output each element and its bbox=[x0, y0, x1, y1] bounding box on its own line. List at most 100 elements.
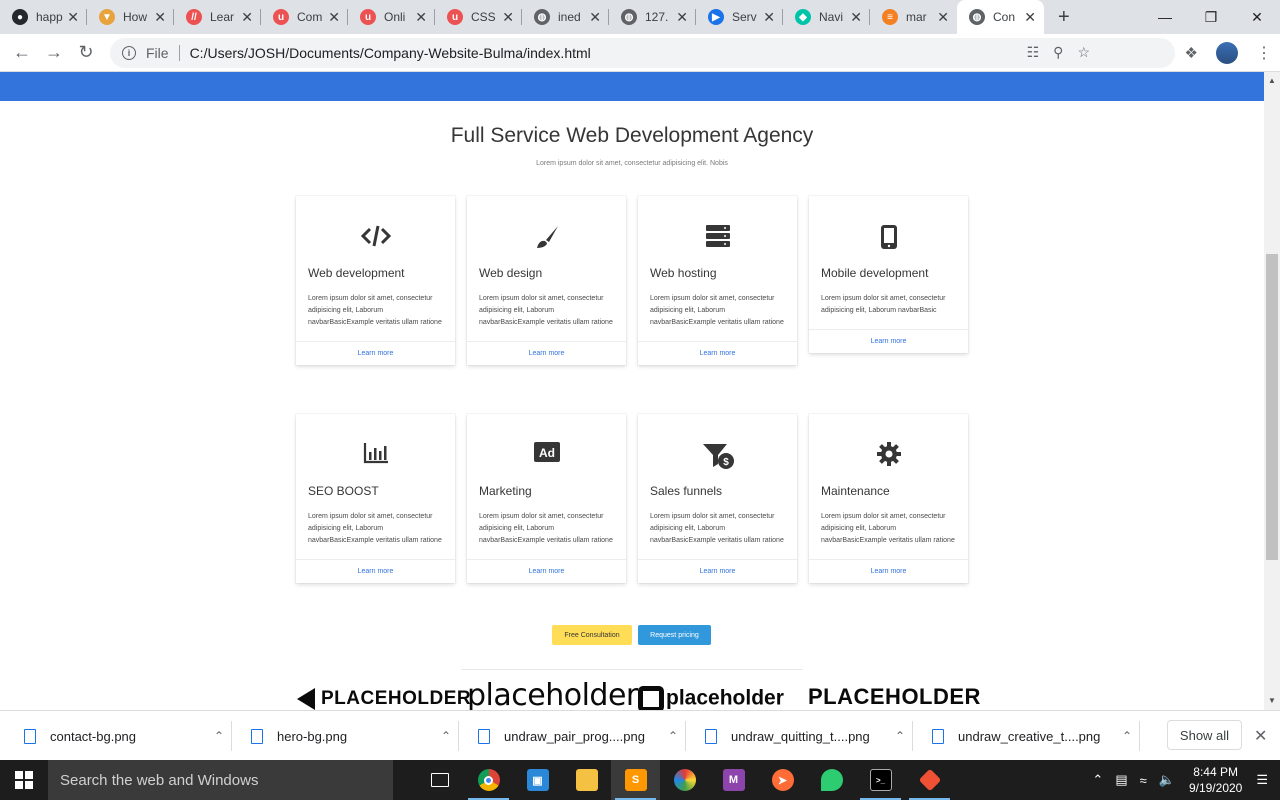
free-consultation-button[interactable]: Free Consultation bbox=[552, 625, 632, 645]
download-separator bbox=[458, 721, 459, 751]
show-all-button[interactable]: Show all bbox=[1167, 720, 1242, 750]
volume-icon[interactable]: 🔈 bbox=[1159, 772, 1175, 788]
browser-tab[interactable]: ▶ Serv ✕ bbox=[696, 0, 783, 34]
terminal-icon[interactable]: >_ bbox=[856, 760, 905, 800]
request-pricing-button[interactable]: Request pricing bbox=[638, 625, 711, 645]
tab-close-icon[interactable]: ✕ bbox=[241, 9, 253, 26]
taskbar-clock[interactable]: 8:44 PM 9/19/2020 bbox=[1189, 764, 1242, 796]
back-icon[interactable]: ← bbox=[6, 37, 38, 69]
menu-kebab-icon[interactable]: ⋮ bbox=[1256, 43, 1272, 63]
card-title: Web hosting bbox=[650, 266, 717, 280]
address-bar[interactable]: i File C:/Users/JOSH/Documents/Company-W… bbox=[110, 37, 1175, 68]
tab-close-icon[interactable]: ✕ bbox=[154, 9, 166, 26]
file-explorer-icon[interactable] bbox=[562, 760, 611, 800]
wifi-icon[interactable]: ≈ bbox=[1140, 773, 1147, 788]
tab-close-icon[interactable]: ✕ bbox=[589, 9, 601, 26]
service-card: SEO BOOST Lorem ipsum dolor sit amet, con… bbox=[296, 414, 455, 583]
translate-icon[interactable]: ☷ bbox=[1027, 44, 1040, 61]
close-downloads-icon[interactable]: ✕ bbox=[1254, 726, 1267, 746]
tray-chevron-icon[interactable]: ⌃ bbox=[1092, 772, 1103, 788]
learn-more-link[interactable]: Learn more bbox=[638, 341, 797, 365]
download-item[interactable]: hero-bg.png ⌃ bbox=[251, 711, 463, 761]
new-tab-icon[interactable]: + bbox=[1050, 0, 1078, 34]
client-logo-2: placeholder bbox=[467, 678, 638, 710]
scroll-up-icon[interactable]: ▲ bbox=[1268, 76, 1276, 85]
learn-more-link[interactable]: Learn more bbox=[467, 341, 626, 365]
browser-tab[interactable]: u CSS ✕ bbox=[435, 0, 522, 34]
task-view-icon[interactable] bbox=[415, 760, 464, 800]
chevron-up-icon[interactable]: ⌃ bbox=[895, 729, 905, 743]
chevron-up-icon[interactable]: ⌃ bbox=[1122, 729, 1132, 743]
taskbar-search-input[interactable]: Search the web and Windows bbox=[48, 760, 393, 800]
download-item[interactable]: undraw_quitting_t....png ⌃ bbox=[705, 711, 917, 761]
app-m-icon[interactable]: M bbox=[709, 760, 758, 800]
image-file-icon bbox=[705, 728, 717, 744]
tab-close-icon[interactable]: ✕ bbox=[328, 9, 340, 26]
scrollbar-thumb[interactable] bbox=[1266, 254, 1278, 560]
download-item[interactable]: undraw_creative_t....png ⌃ bbox=[932, 711, 1144, 761]
browser-tab[interactable]: ▼ How ✕ bbox=[87, 0, 174, 34]
chart-bar-icon bbox=[296, 442, 455, 468]
learn-more-link[interactable]: Learn more bbox=[296, 559, 455, 583]
info-icon[interactable]: i bbox=[122, 45, 136, 60]
chrome-taskbar-icon[interactable] bbox=[464, 760, 513, 800]
browser-tab[interactable]: ◍ 127. ✕ bbox=[609, 0, 696, 34]
tab-favicon-icon: ◍ bbox=[621, 9, 637, 25]
browser-tab[interactable]: // Lear ✕ bbox=[174, 0, 261, 34]
tab-close-icon[interactable]: ✕ bbox=[67, 9, 79, 26]
browser-tab[interactable]: u Onli ✕ bbox=[348, 0, 435, 34]
chevron-up-icon[interactable]: ⌃ bbox=[441, 729, 451, 743]
zoom-icon[interactable]: ⚲ bbox=[1053, 44, 1063, 61]
learn-more-link[interactable]: Learn more bbox=[467, 559, 626, 583]
card-text: Lorem ipsum dolor sit amet, consectetur … bbox=[650, 295, 784, 326]
reload-icon[interactable]: ↻ bbox=[70, 37, 102, 69]
browser-tab[interactable]: ◍ Con ✕ bbox=[957, 0, 1044, 34]
profile-avatar[interactable] bbox=[1216, 41, 1238, 64]
service-card: Mobile development Lorem ipsum dolor sit … bbox=[809, 196, 968, 353]
scroll-down-icon[interactable]: ▼ bbox=[1268, 696, 1276, 705]
page-scrollbar[interactable]: ▲ ▼ bbox=[1264, 72, 1280, 710]
close-window-icon[interactable]: ✕ bbox=[1234, 0, 1280, 34]
chevron-up-icon[interactable]: ⌃ bbox=[214, 729, 224, 743]
browser-tab[interactable]: ◆ Navi ✕ bbox=[783, 0, 870, 34]
chevron-up-icon[interactable]: ⌃ bbox=[668, 729, 678, 743]
forward-icon[interactable]: → bbox=[38, 37, 70, 69]
browser-tab[interactable]: u Com ✕ bbox=[261, 0, 348, 34]
tab-close-icon[interactable]: ✕ bbox=[502, 9, 514, 26]
windows-start-icon[interactable] bbox=[0, 760, 48, 800]
network-icon[interactable]: ▤ bbox=[1115, 772, 1127, 788]
tab-close-icon[interactable]: ✕ bbox=[937, 9, 949, 26]
sublime-text-icon[interactable]: S bbox=[611, 760, 660, 800]
learn-more-link[interactable]: Learn more bbox=[809, 329, 968, 353]
tab-close-icon[interactable]: ✕ bbox=[1024, 9, 1036, 26]
minimize-icon[interactable]: — bbox=[1142, 0, 1188, 34]
bookmark-star-icon[interactable]: ☆ bbox=[1077, 44, 1090, 61]
postman-icon[interactable]: ➤ bbox=[758, 760, 807, 800]
tab-close-icon[interactable]: ✕ bbox=[763, 9, 775, 26]
tab-favicon-icon: u bbox=[447, 9, 463, 25]
browser-tab[interactable]: ◍ ined ✕ bbox=[522, 0, 609, 34]
funnel-dollar-icon: $ bbox=[638, 442, 797, 469]
tab-close-icon[interactable]: ✕ bbox=[676, 9, 688, 26]
remote-desktop-icon[interactable]: ▣ bbox=[513, 760, 562, 800]
extensions-icon[interactable]: ❖ bbox=[1185, 44, 1198, 62]
page-subheading: Lorem ipsum dolor sit amet, consectetur … bbox=[536, 160, 728, 167]
tab-close-icon[interactable]: ✕ bbox=[415, 9, 427, 26]
browser-tab[interactable]: ≡ mar ✕ bbox=[870, 0, 957, 34]
learn-more-link[interactable]: Learn more bbox=[809, 559, 968, 583]
app-swirl-icon[interactable] bbox=[660, 760, 709, 800]
client-logo-4: PLACEHOLDER bbox=[808, 684, 981, 709]
download-item[interactable]: undraw_pair_prog....png ⌃ bbox=[478, 711, 690, 761]
browser-tab[interactable]: ● happ ✕ bbox=[0, 0, 87, 34]
learn-more-link[interactable]: Learn more bbox=[638, 559, 797, 583]
learn-more-link[interactable]: Learn more bbox=[296, 341, 455, 365]
restore-icon[interactable]: ❐ bbox=[1188, 0, 1234, 34]
download-item[interactable]: contact-bg.png ⌃ bbox=[24, 711, 236, 761]
notifications-icon[interactable]: ☰ bbox=[1256, 772, 1268, 788]
tab-title: 127. bbox=[645, 10, 669, 24]
git-icon[interactable] bbox=[905, 760, 954, 800]
url-text[interactable]: C:/Users/JOSH/Documents/Company-Website-… bbox=[190, 45, 591, 61]
tab-close-icon[interactable]: ✕ bbox=[850, 9, 862, 26]
maps-pin-icon[interactable] bbox=[807, 760, 856, 800]
image-file-icon bbox=[24, 728, 36, 744]
